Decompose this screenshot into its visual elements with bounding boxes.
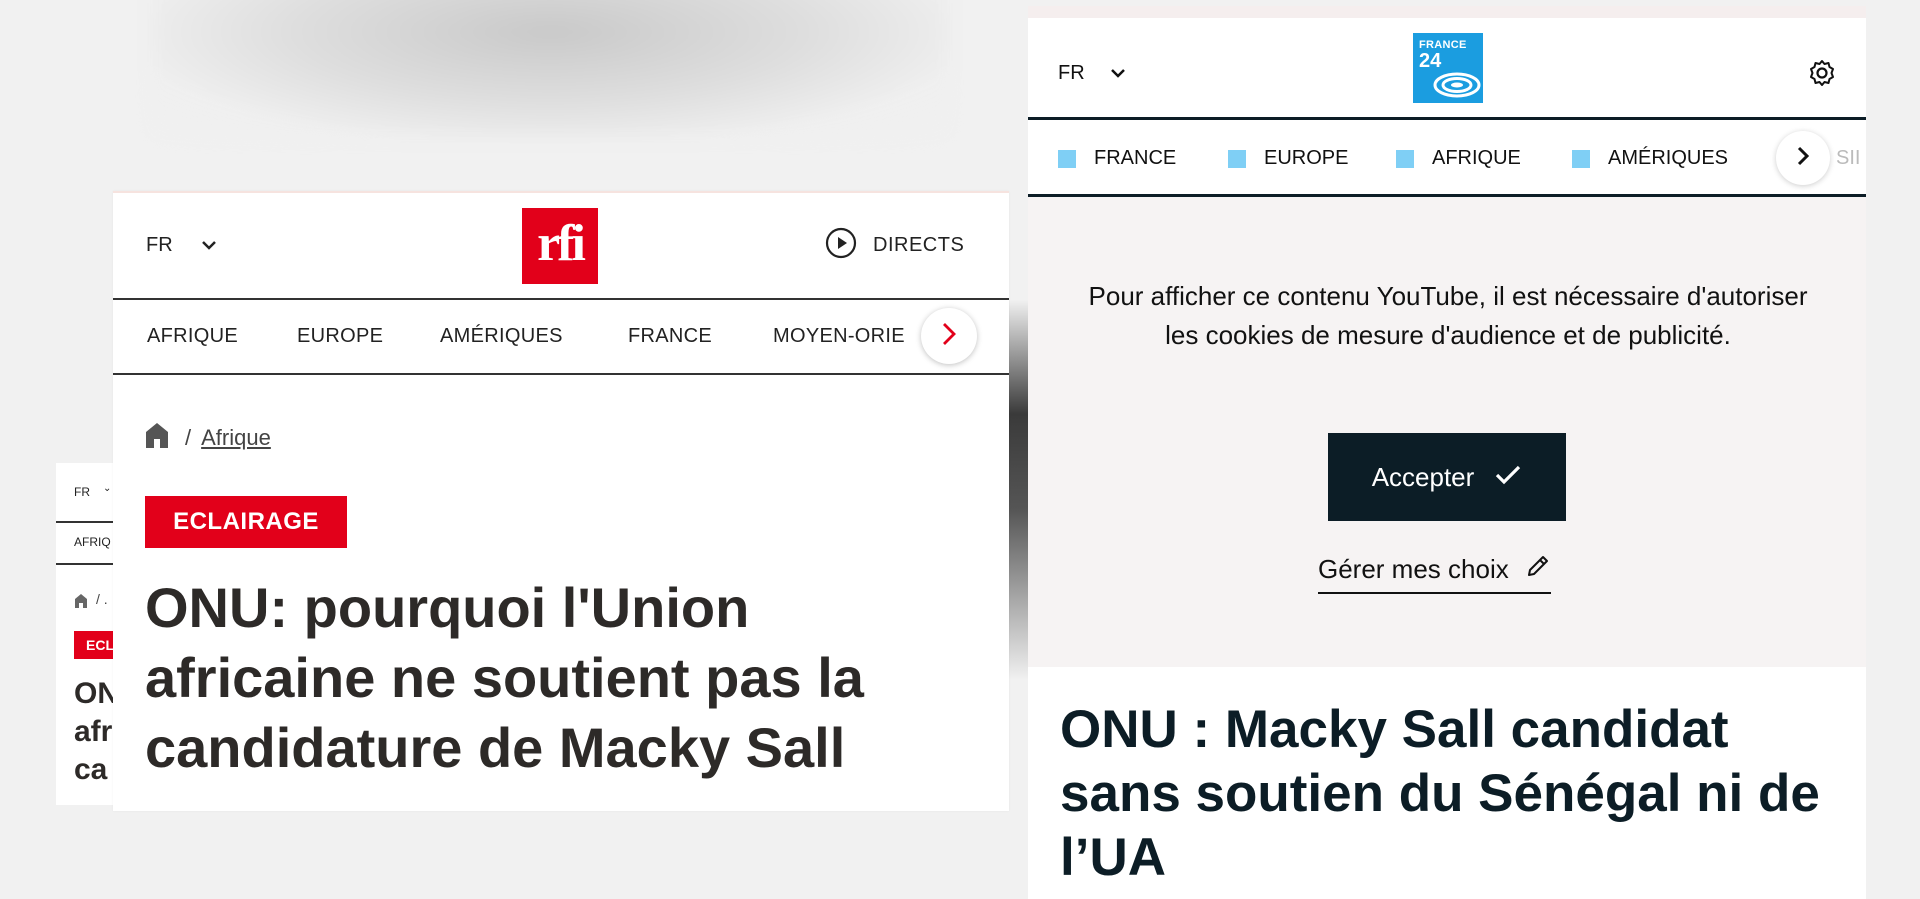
directs-label: DIRECTS — [873, 234, 965, 256]
nav-label: AMÉRIQUES — [1608, 147, 1729, 169]
pencil-icon — [1525, 553, 1551, 586]
nav-item-france[interactable]: FRANCE — [1058, 147, 1176, 170]
nav-item-ameriques[interactable]: AMÉRIQUES — [440, 325, 563, 348]
language-selector[interactable]: FR — [146, 234, 173, 257]
nav-next-button[interactable] — [921, 308, 977, 364]
nav-divider-bottom — [113, 373, 1009, 375]
directs-button[interactable]: DIRECTS — [825, 227, 964, 264]
chevron-down-icon[interactable] — [1110, 66, 1126, 84]
france24-logo[interactable]: FRANCE 24 — [1413, 33, 1483, 103]
main-nav: FRANCE EUROPE AFRIQUE AMÉRIQUES SII — [1028, 120, 1866, 194]
breadcrumb-separator: / . — [96, 591, 108, 607]
logo-waves-icon — [1433, 72, 1481, 98]
nav-item-europe[interactable]: EUROPE — [1228, 147, 1348, 170]
nav-item-afrique[interactable]: AFRIQUE — [1396, 147, 1521, 170]
accept-label: Accepter — [1371, 461, 1475, 492]
category-square-icon — [1058, 149, 1076, 168]
nav-item-faded[interactable]: SII — [1836, 147, 1860, 170]
chevron-right-icon — [941, 321, 957, 352]
nav-item-europe[interactable]: EUROPE — [297, 325, 383, 348]
language-selector: FR — [74, 485, 90, 499]
home-icon — [74, 593, 88, 614]
chevron-right-icon — [1796, 145, 1810, 172]
rfi-logo[interactable]: rfi — [522, 208, 598, 284]
category-square-icon — [1228, 149, 1246, 168]
chevron-down-icon: ⌄ — [103, 483, 112, 494]
top-border — [1028, 6, 1866, 18]
france24-card: FR FRANCE 24 FRANCE EUROPE AFRIQUE AMÉRI… — [1028, 6, 1866, 899]
category-square-icon — [1396, 149, 1414, 168]
breadcrumb-link-afrique[interactable]: Afrique — [201, 425, 271, 451]
nav-label: EUROPE — [1264, 147, 1349, 169]
language-selector[interactable]: FR — [1058, 62, 1085, 85]
cookie-consent-panel: Pour afficher ce contenu YouTube, il est… — [1028, 197, 1866, 667]
manage-label: Gérer mes choix — [1318, 554, 1509, 584]
check-icon — [1494, 462, 1522, 493]
nav-divider-top — [113, 298, 1009, 300]
nav-item-afrique[interactable]: AFRIQUE — [147, 325, 238, 348]
manage-choices-link[interactable]: Gérer mes choix — [1318, 553, 1551, 594]
main-nav: AFRIQUE EUROPE AMÉRIQUES FRANCE MOYEN-OR… — [113, 301, 1009, 373]
nav-label: FRANCE — [1094, 147, 1177, 169]
category-square-icon — [1572, 149, 1590, 168]
breadcrumb: / Afrique — [145, 421, 271, 454]
play-icon — [825, 227, 857, 264]
home-icon[interactable] — [145, 421, 169, 454]
breadcrumb-separator: / — [185, 424, 192, 450]
gear-icon[interactable] — [1808, 59, 1836, 92]
rfi-card: FR rfi DIRECTS AFRIQUE EUROPE AMÉRIQUES … — [113, 191, 1009, 811]
nav-label: AFRIQUE — [1432, 147, 1521, 169]
nav-item-ameriques[interactable]: AMÉRIQUES — [1572, 147, 1728, 170]
nav-item-moyen-orient[interactable]: MOYEN-ORIE — [773, 325, 905, 348]
nav-next-button[interactable] — [1776, 131, 1830, 185]
logo-text: rfi — [537, 215, 586, 272]
consent-message: Pour afficher ce contenu YouTube, il est… — [1088, 281, 1808, 350]
article-title: ONU: pourquoi l'Union africaine ne souti… — [145, 576, 864, 779]
blurred-background — [150, 0, 950, 140]
chevron-down-icon[interactable] — [201, 238, 217, 256]
nav-item-france[interactable]: FRANCE — [628, 325, 712, 348]
article-title: ONU : Macky Sall candidat sans soutien d… — [1060, 700, 1820, 887]
category-badge[interactable]: ECLAIRAGE — [145, 496, 347, 548]
top-border — [113, 191, 1009, 193]
accept-button[interactable]: Accepter — [1328, 433, 1566, 521]
nav-item: AFRIQ — [74, 535, 111, 549]
